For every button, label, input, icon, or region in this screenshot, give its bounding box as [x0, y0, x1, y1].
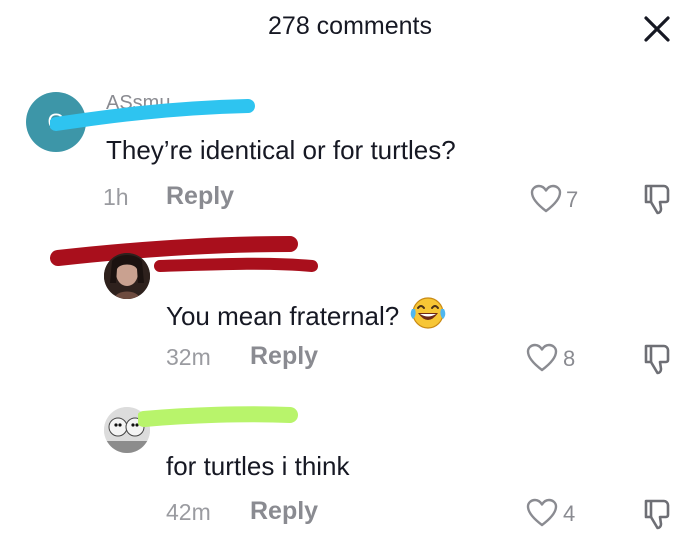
comments-count-title: 278 comments: [268, 12, 432, 40]
reply-button[interactable]: Reply: [250, 342, 318, 371]
comment-text-content: You mean fraternal?: [166, 301, 400, 331]
comment-text: They’re identical or for turtles?: [106, 135, 456, 165]
comment-timestamp: 32m: [166, 344, 211, 370]
comment-item: You mean fraternal? 32m Reply 8: [0, 230, 700, 380]
comment-text: You mean fraternal?: [166, 295, 448, 332]
dislike-icon[interactable]: [640, 182, 674, 216]
like-count: 7: [566, 187, 579, 212]
comment-timestamp: 42m: [166, 499, 211, 525]
username-redaction-mark: [50, 236, 318, 272]
comment-text: for turtles i think: [166, 451, 350, 481]
avatar-image: [104, 253, 150, 299]
heart-icon[interactable]: [526, 498, 558, 528]
close-icon: [644, 16, 670, 42]
username-redaction-mark: [50, 99, 255, 131]
comment-item: G ASsmu... They’re identical or for turt…: [0, 80, 700, 220]
avatar[interactable]: [104, 253, 150, 299]
reply-button[interactable]: Reply: [166, 182, 234, 211]
dislike-icon[interactable]: [640, 497, 674, 531]
comment-item: for turtles i think 42m Reply 4: [0, 395, 700, 535]
laughing-crying-emoji-icon: [411, 297, 446, 329]
like-count: 8: [563, 346, 576, 371]
like-count: 4: [563, 501, 576, 526]
comment-timestamp: 1h: [103, 184, 129, 210]
dislike-icon[interactable]: [640, 342, 674, 376]
heart-icon[interactable]: [530, 184, 562, 214]
reply-button[interactable]: Reply: [250, 497, 318, 526]
close-button[interactable]: [640, 12, 674, 46]
comments-header: 278 comments: [0, 0, 700, 58]
heart-icon[interactable]: [526, 343, 558, 373]
username-redaction-mark: [138, 406, 298, 427]
